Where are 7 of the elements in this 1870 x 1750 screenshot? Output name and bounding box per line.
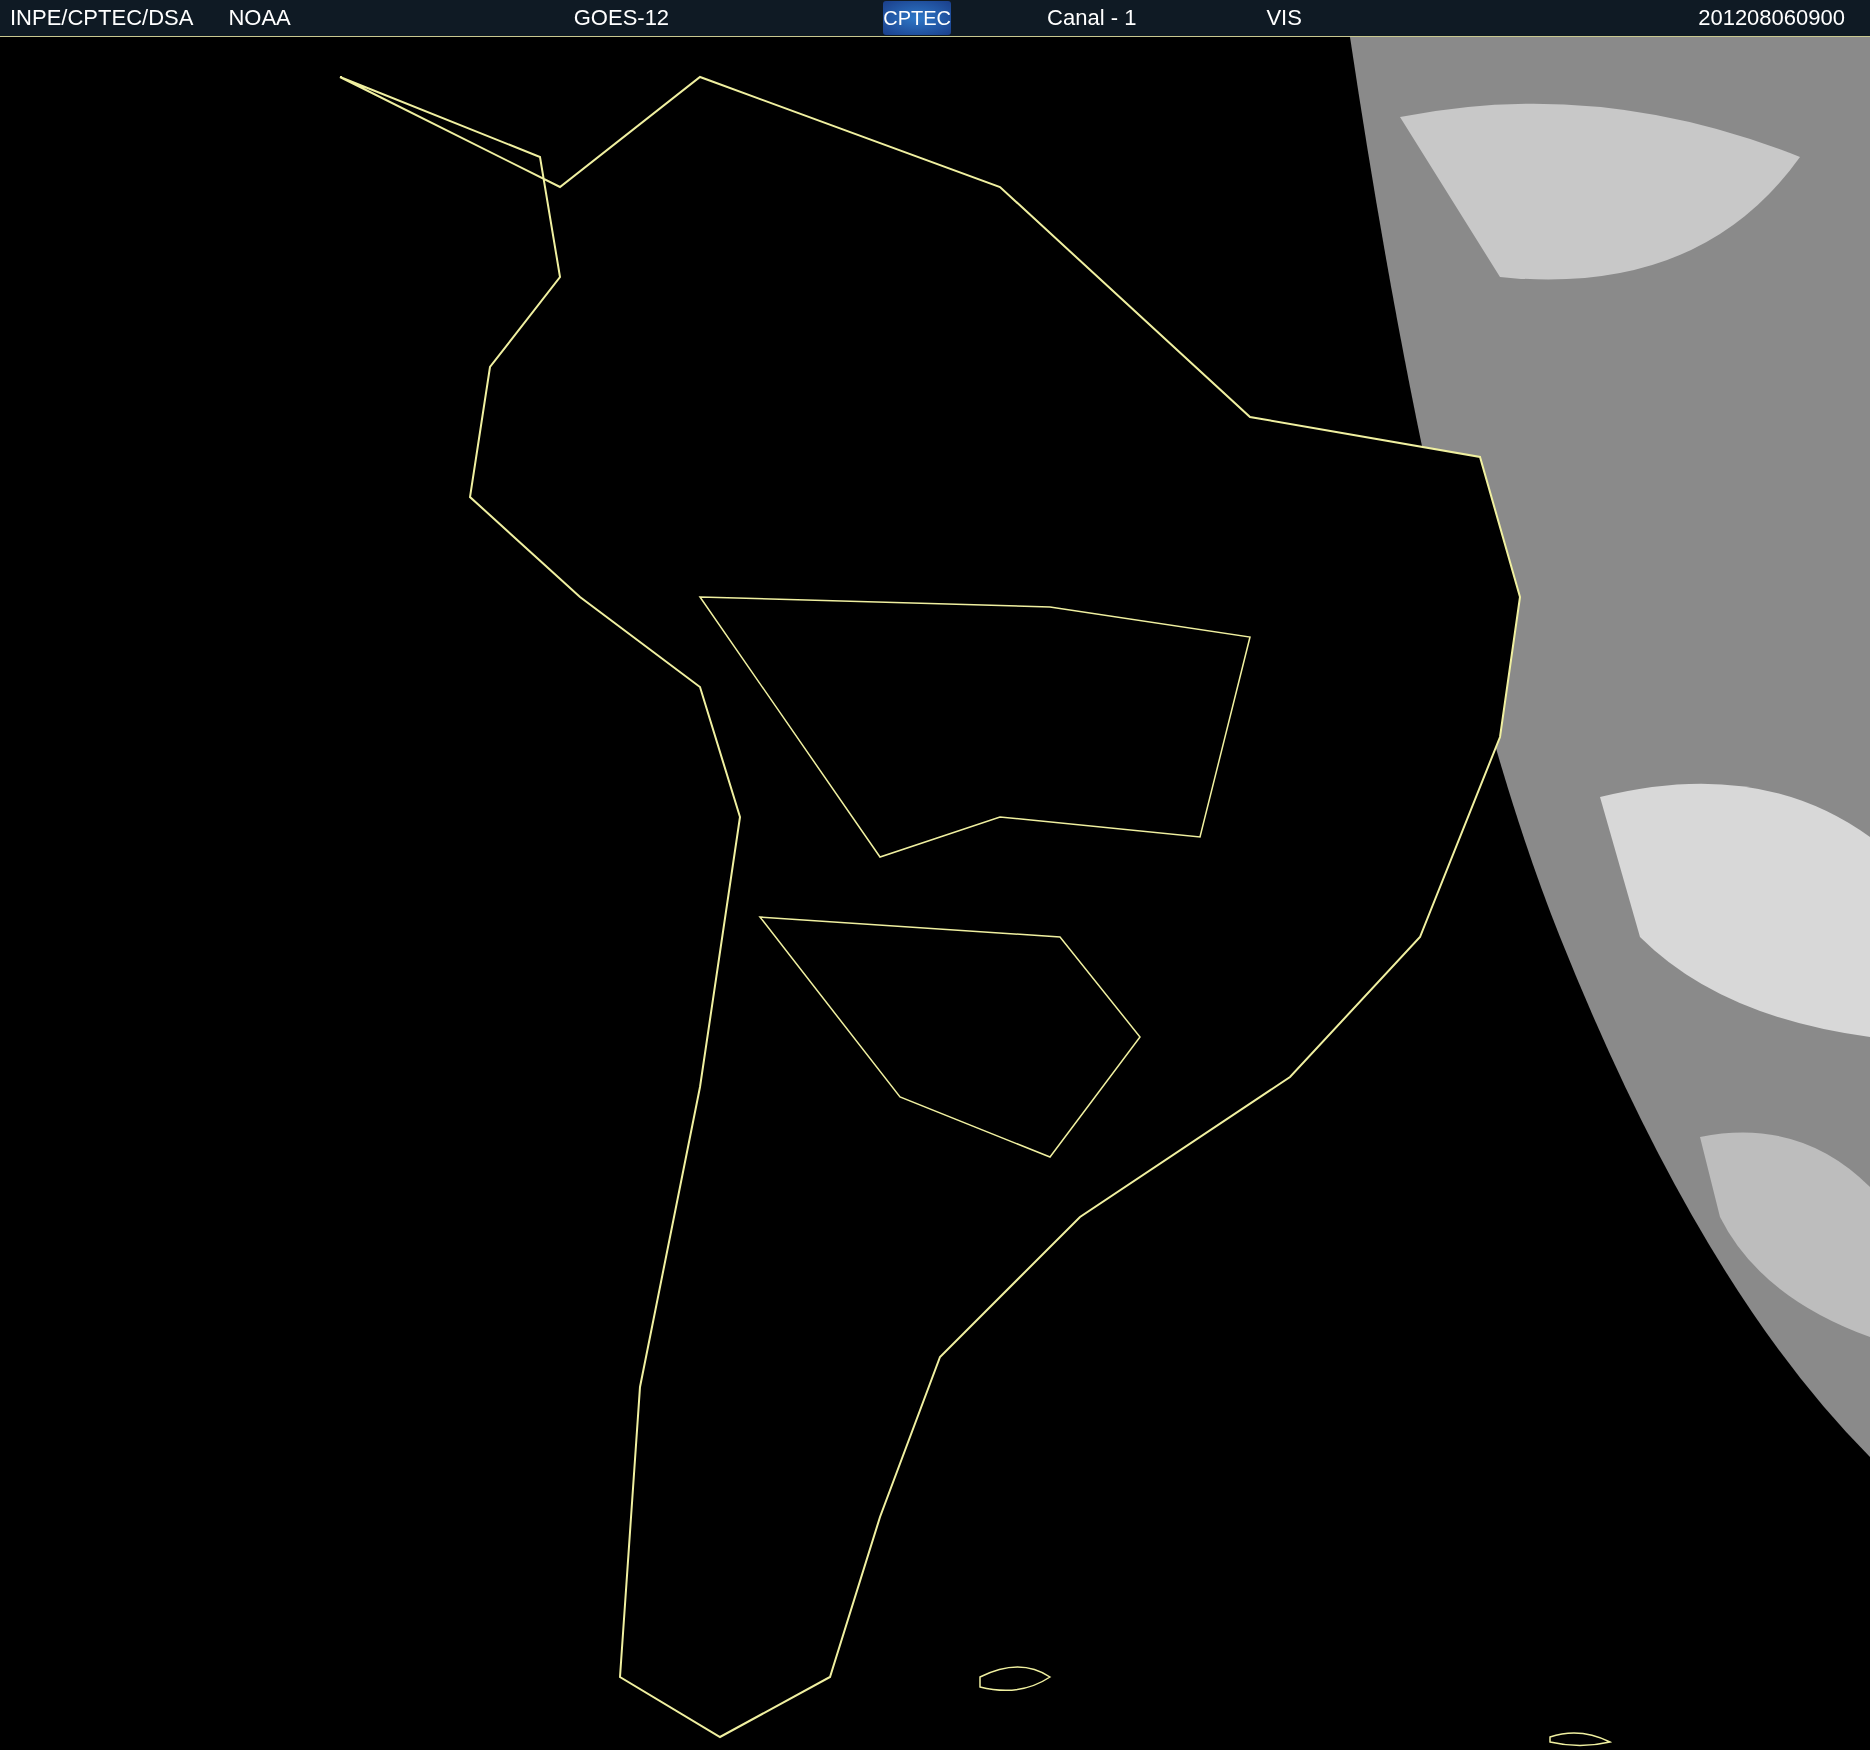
band-label: VIS bbox=[1266, 5, 1302, 31]
timestamp-label: 201208060900 bbox=[1698, 5, 1845, 31]
source-label: INPE/CPTEC/DSA bbox=[10, 5, 194, 31]
agency-label: NOAA bbox=[228, 5, 291, 31]
satellite-label: GOES-12 bbox=[573, 5, 670, 31]
logo: CPTEC bbox=[883, 1, 952, 35]
channel-label: Canal - 1 bbox=[1047, 5, 1137, 31]
